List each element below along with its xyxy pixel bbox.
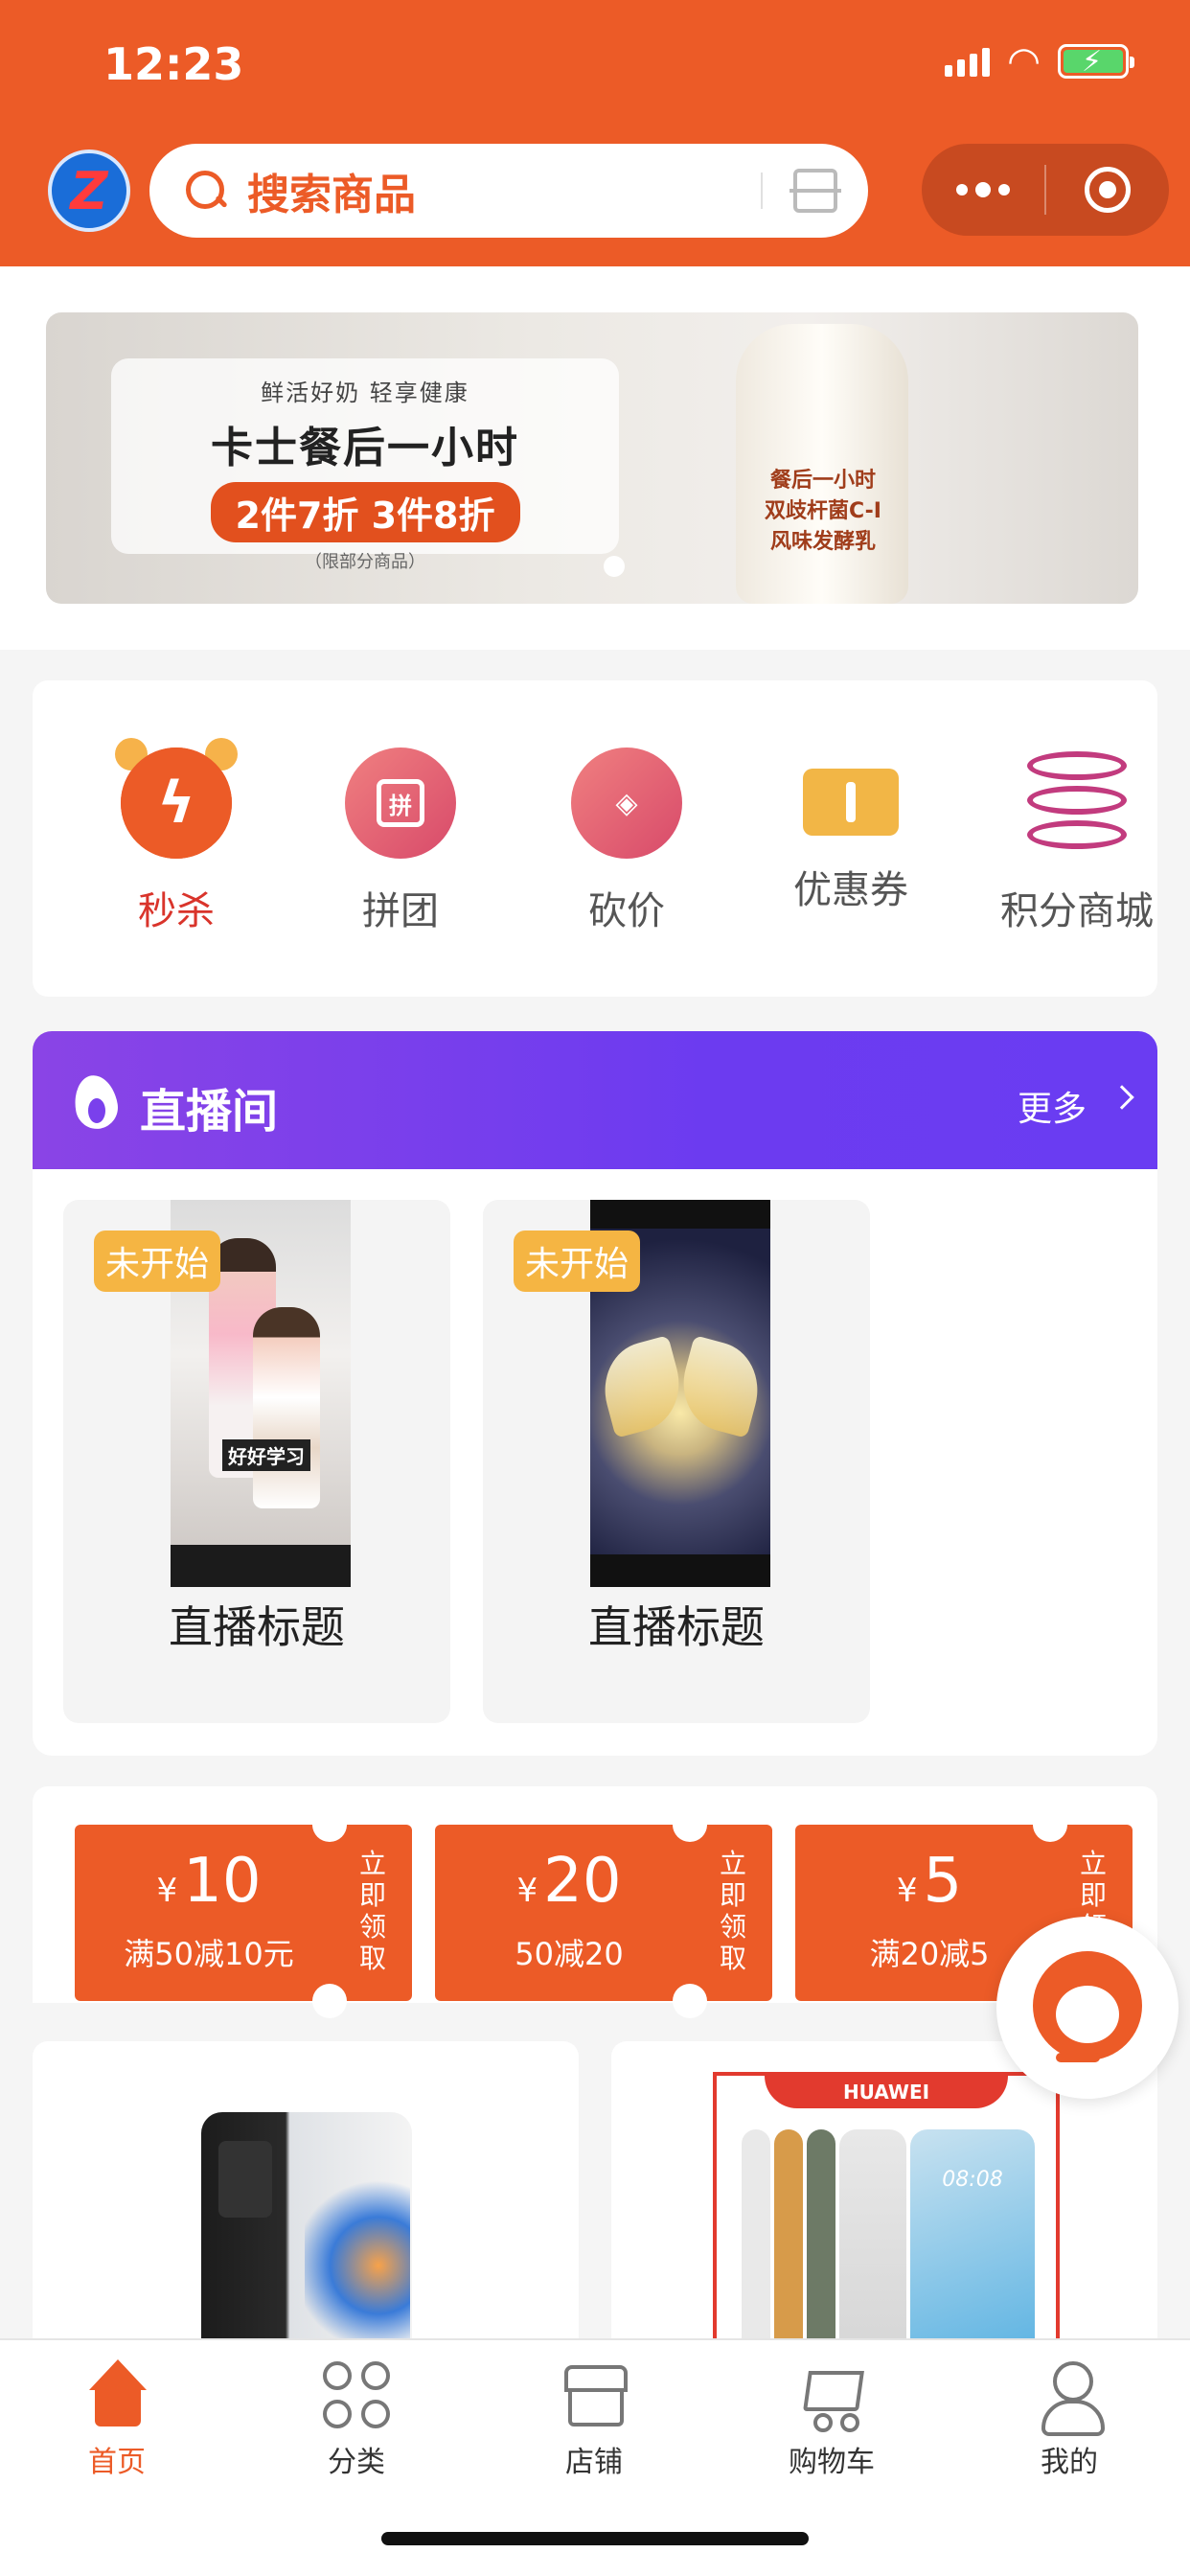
tab-label: 分类 xyxy=(328,2446,385,2479)
live-item[interactable]: 好好学习 未开始 直播标题 xyxy=(63,1200,450,1723)
tab-label: 我的 xyxy=(1041,2446,1098,2479)
feature-menu: ϟ 秒杀 拼 拼团 ◈ 砍价 优惠券 积分商城 xyxy=(33,680,1157,997)
tab-label: 店铺 xyxy=(565,2446,623,2479)
status-time: 12:23 xyxy=(103,38,244,90)
tab-label: 首页 xyxy=(88,2446,146,2479)
shopping-bag-icon: 拼 xyxy=(345,748,456,859)
status-badge: 未开始 xyxy=(514,1230,641,1292)
tab-home[interactable]: 首页 xyxy=(40,2359,194,2480)
scan-icon[interactable] xyxy=(790,169,841,213)
search-bar[interactable]: 搜索商品 xyxy=(149,144,868,238)
menu-item-label: 积分商城 xyxy=(1000,889,1154,933)
menu-item-label: 砍价 xyxy=(588,889,665,933)
status-badge: 未开始 xyxy=(94,1230,221,1292)
menu-item-coupon[interactable]: 优惠券 xyxy=(755,748,947,914)
promo-banner[interactable]: 鲜活好奶 轻享健康 卡士餐后一小时 2件7折 3件8折 （限部分商品） 餐后一小… xyxy=(46,312,1138,604)
coupon-condition: 满50减10元 xyxy=(124,1936,294,1972)
live-header: 直播间 更多 xyxy=(33,1031,1157,1169)
ticket-icon xyxy=(803,769,899,836)
banner-indicator-dot[interactable] xyxy=(604,556,625,577)
price-tag-icon: ◈ xyxy=(571,748,682,859)
claim-button[interactable]: 立即领取 xyxy=(719,1848,747,1974)
tab-category[interactable]: 分类 xyxy=(280,2359,433,2480)
coin-stack-icon xyxy=(1021,748,1133,859)
menu-item-label: 拼团 xyxy=(362,889,439,933)
live-section: 直播间 更多 好好学习 未开始 直播标题 未开始 直播标题 xyxy=(33,1031,1157,1756)
coupon-amount: ¥20 xyxy=(516,1846,622,1917)
tab-store[interactable]: 店铺 xyxy=(517,2359,671,2480)
chevron-right-icon xyxy=(1110,1085,1134,1110)
menu-item-bargain[interactable]: ◈ 砍价 xyxy=(531,748,722,935)
live-item-title: 直播标题 xyxy=(588,1601,765,1653)
live-more-link[interactable]: 更多 xyxy=(1018,1081,1087,1131)
menu-item-label: 秒杀 xyxy=(138,889,215,933)
search-input[interactable]: 搜索商品 xyxy=(247,160,416,221)
bottle-label: 餐后一小时 双歧杆菌C-I 风味发酵乳 xyxy=(765,469,881,554)
brand-label: HUAWEI xyxy=(765,2076,1008,2108)
signal-icon xyxy=(945,46,991,77)
menu-item-label: 优惠券 xyxy=(793,868,908,912)
tab-profile[interactable]: 我的 xyxy=(993,2359,1146,2480)
miniprogram-capsule xyxy=(922,144,1169,236)
user-icon xyxy=(1034,2359,1105,2436)
store-icon xyxy=(559,2359,629,2430)
coupon-section: ¥10 满50减10元 立即领取 ¥20 50减20 立即领取 ¥5 满20减5… xyxy=(33,1786,1157,2018)
wifi-icon: ◠ xyxy=(1007,39,1041,83)
app-logo[interactable]: Z xyxy=(48,150,130,232)
banner-title: 卡士餐后一小时 xyxy=(211,424,519,472)
menu-item-group-buy[interactable]: 拼 拼团 xyxy=(305,748,496,935)
banner-note: （限部分商品） xyxy=(305,552,425,572)
home-indicator[interactable] xyxy=(381,2532,809,2545)
menu-item-points-mall[interactable]: 积分商城 xyxy=(981,748,1173,935)
search-icon xyxy=(184,169,228,213)
flame-icon xyxy=(69,1070,123,1133)
live-item-title: 直播标题 xyxy=(169,1601,345,1653)
search-divider xyxy=(761,172,763,209)
coupon-card[interactable]: ¥10 满50减10元 立即领取 xyxy=(75,1807,412,2018)
yogurt-bottle-image xyxy=(736,324,908,604)
live-item[interactable]: 未开始 直播标题 xyxy=(483,1200,870,1723)
banner-text-card: 鲜活好奶 轻享健康 卡士餐后一小时 2件7折 3件8折 （限部分商品） xyxy=(111,358,619,572)
home-icon xyxy=(81,2359,152,2430)
coupon-amount: ¥5 xyxy=(896,1846,963,1917)
status-icons: ◠ ⚡ xyxy=(945,39,1134,83)
tab-cart[interactable]: 购物车 xyxy=(755,2359,908,2480)
battery-icon: ⚡ xyxy=(1058,44,1134,79)
menu-item-flash-sale[interactable]: ϟ 秒杀 xyxy=(80,738,272,935)
top-header: 12:23 ◠ ⚡ Z 搜索商品 xyxy=(0,0,1190,266)
coupon-card[interactable]: ¥20 50减20 立即领取 xyxy=(435,1807,772,2018)
cart-icon xyxy=(796,2359,867,2432)
customer-service-button[interactable] xyxy=(996,1917,1179,2099)
category-grid-icon xyxy=(321,2359,392,2430)
thumbnail-caption: 好好学习 xyxy=(222,1439,310,1471)
alarm-clock-icon: ϟ xyxy=(115,738,238,859)
banner-promo: 2件7折 3件8折 xyxy=(210,482,520,542)
banner-section: 鲜活好奶 轻享健康 卡士餐后一小时 2件7折 3件8折 （限部分商品） 餐后一小… xyxy=(0,266,1190,650)
live-title: 直播间 xyxy=(140,1085,279,1138)
more-icon[interactable] xyxy=(922,144,1044,236)
coupon-condition: 50减20 xyxy=(515,1936,624,1972)
tab-label: 购物车 xyxy=(789,2446,875,2479)
banner-tagline: 鲜活好奶 轻享健康 xyxy=(261,380,469,406)
claim-button[interactable]: 立即领取 xyxy=(358,1848,387,1974)
close-target-icon[interactable] xyxy=(1046,144,1169,236)
coupon-amount: ¥10 xyxy=(156,1846,262,1917)
